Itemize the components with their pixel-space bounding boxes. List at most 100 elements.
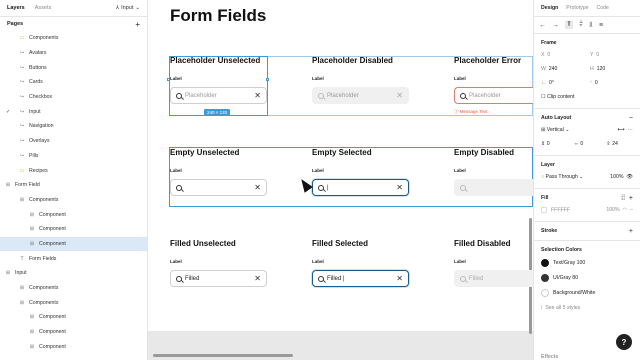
layer-row[interactable]: ↪ Buttons: [0, 60, 147, 75]
layer-row[interactable]: ⊞ Components: [0, 193, 147, 208]
field-variant-title: Filled Disabled: [454, 239, 511, 248]
blend-mode-dropdown[interactable]: ◌ Pass Through ⌄: [541, 174, 604, 180]
text-input[interactable]: Filled: [454, 270, 533, 287]
layer-row[interactable]: ⊞ Component: [0, 236, 147, 252]
color-swatch: [541, 258, 549, 267]
padding-horizontal-field[interactable]: ⇔ 0: [574, 141, 601, 147]
selection-color-row[interactable]: UI/Gray 80: [541, 270, 633, 285]
page-link-icon: ↪: [19, 138, 25, 145]
layer-row[interactable]: ⊞ Component: [0, 207, 147, 222]
layer-row-label: Input: [15, 270, 27, 277]
width-field[interactable]: W 240: [541, 66, 584, 72]
auto-layout-label: Auto Layout: [541, 115, 572, 121]
layer-row[interactable]: ⊞ Components: [0, 281, 147, 296]
horizontal-scrollbar[interactable]: [153, 354, 293, 357]
layer-row[interactable]: ⊞ Component: [0, 222, 147, 237]
clear-icon[interactable]: ✕: [396, 183, 403, 192]
add-fill-icon[interactable]: ⁞⁞ +: [621, 195, 633, 202]
remove-auto-layout-icon[interactable]: −: [629, 115, 633, 122]
layer-row-label: Avatars: [29, 50, 47, 57]
clear-icon[interactable]: ✕: [254, 274, 261, 283]
clear-icon[interactable]: ✕: [396, 91, 403, 100]
height-field[interactable]: H 120: [590, 66, 633, 72]
selection-colors-label: Selection Colors: [541, 247, 582, 253]
gap-field[interactable]: ⇕ 0: [541, 141, 568, 147]
distribute-icon[interactable]: ≡: [599, 22, 603, 29]
layer-row[interactable]: ⊞ Component: [0, 310, 147, 325]
selection-color-row[interactable]: Text/Gray 100: [541, 255, 633, 270]
swap-direction-icon[interactable]: ⟷ ⋯: [617, 127, 633, 133]
search-icon: [460, 275, 466, 282]
layer-row[interactable]: ↪ Cards: [0, 75, 147, 90]
auto-layout-section: Auto Layout − ⊞ Vertical ⌄ ⟷ ⋯ ⇕ 0 ⇔ 0 ⇳ 24: [534, 109, 640, 156]
text-input[interactable]: Filled | ✕: [312, 270, 409, 287]
layer-row[interactable]: ⊞ Component: [0, 325, 147, 340]
tab-design[interactable]: Design: [541, 5, 558, 11]
text-input[interactable]: | ✕: [312, 179, 409, 196]
text-input[interactable]: [454, 179, 533, 196]
text-input[interactable]: Placeholder ✕: [312, 87, 409, 104]
layer-row[interactable]: ✓ ↪ Input: [0, 104, 147, 119]
frame-icon: ⊞: [5, 270, 11, 277]
tab-layers[interactable]: Layers: [7, 5, 25, 11]
layer-row[interactable]: ▭ Recipes: [0, 163, 147, 178]
layer-row[interactable]: T Form Fields: [0, 251, 147, 266]
text-input[interactable]: Filled ✕: [170, 270, 267, 287]
clear-icon[interactable]: ✕: [254, 183, 261, 192]
arrow-left-icon[interactable]: ←: [539, 22, 546, 29]
add-stroke-icon[interactable]: +: [629, 228, 633, 235]
field-variant-title: Empty Disabled: [454, 148, 515, 157]
layer-row[interactable]: ⊞ Component: [0, 339, 147, 354]
tab-prototype[interactable]: Prototype: [566, 5, 588, 11]
text-input[interactable]: Placeholder: [454, 87, 533, 104]
direction-dropdown[interactable]: ⊞ Vertical ⌄: [541, 127, 611, 133]
y-field[interactable]: Y 0: [590, 52, 633, 58]
add-page-icon[interactable]: +: [135, 20, 140, 29]
tab-code[interactable]: Code: [597, 5, 609, 11]
layer-row[interactable]: ⊞ Form Field: [0, 178, 147, 193]
layer-row[interactable]: ↪ Navigation: [0, 119, 147, 134]
clip-content-checkbox[interactable]: ☐ Clip content: [541, 94, 633, 100]
layer-row[interactable]: ⊞ Components: [0, 295, 147, 310]
clear-icon[interactable]: ✕: [254, 91, 261, 100]
field-label: Label: [312, 76, 324, 81]
help-button[interactable]: ?: [616, 334, 632, 350]
layer-row[interactable]: ↪ Pills: [0, 149, 147, 164]
align-bottom-icon[interactable]: ⫫: [589, 21, 593, 29]
input-value: Filled: [469, 275, 484, 282]
color-style-name: Background/White: [553, 289, 596, 296]
layer-row[interactable]: ▭ Components: [0, 31, 147, 46]
layer-row[interactable]: ⊞ Input: [0, 266, 147, 281]
clear-icon[interactable]: ✕: [396, 274, 403, 283]
field-variant-title: Filled Unselected: [170, 239, 236, 248]
frame-label[interactable]: Frame: [541, 40, 557, 46]
text-input[interactable]: Placeholder ✕: [170, 87, 267, 104]
fill-color-field[interactable]: FFFFFF: [541, 206, 600, 213]
radius-field[interactable]: ◜ 0: [590, 80, 633, 86]
x-field[interactable]: X 0: [541, 52, 584, 58]
layer-row-label: Component: [39, 211, 66, 218]
field-variant-title: Placeholder Unselected: [170, 56, 261, 65]
field-label: Label: [312, 168, 324, 173]
field-variant-title: Empty Selected: [312, 148, 372, 157]
opacity-field[interactable]: 100% 👁: [610, 174, 633, 180]
tab-assets[interactable]: Assets: [35, 5, 52, 11]
see-all-styles-link[interactable]: ⁞ See all 5 styles: [541, 300, 633, 315]
layer-row[interactable]: ↪ Checkbox: [0, 90, 147, 105]
padding-vertical-field[interactable]: ⇳ 24: [606, 141, 633, 147]
layer-row[interactable]: ↪ Avatars: [0, 46, 147, 61]
layer-row[interactable]: ↪ Overlays: [0, 134, 147, 149]
align-top-icon[interactable]: ⫪: [565, 21, 573, 29]
page-link-icon: ↪: [19, 152, 25, 159]
arrow-right-icon[interactable]: →: [552, 22, 559, 29]
selection-color-row[interactable]: Background/White: [541, 285, 633, 300]
fill-opacity-field[interactable]: 100% ◠ −: [606, 207, 633, 213]
resize-handle[interactable]: [266, 78, 269, 81]
page-selector[interactable]: ⅄ Input ⌄: [116, 5, 140, 11]
align-middle-icon[interactable]: ⫩: [579, 21, 583, 29]
text-input[interactable]: ✕: [170, 179, 267, 196]
effects-label: Effects: [541, 354, 559, 360]
rotation-field[interactable]: ∟ 0°: [541, 80, 584, 86]
layer-list: ▭ Components ↪ Avatars ↪ Buttons ↪ Cards ↪ Checkb…: [0, 31, 147, 354]
field-label: Label: [170, 168, 182, 173]
